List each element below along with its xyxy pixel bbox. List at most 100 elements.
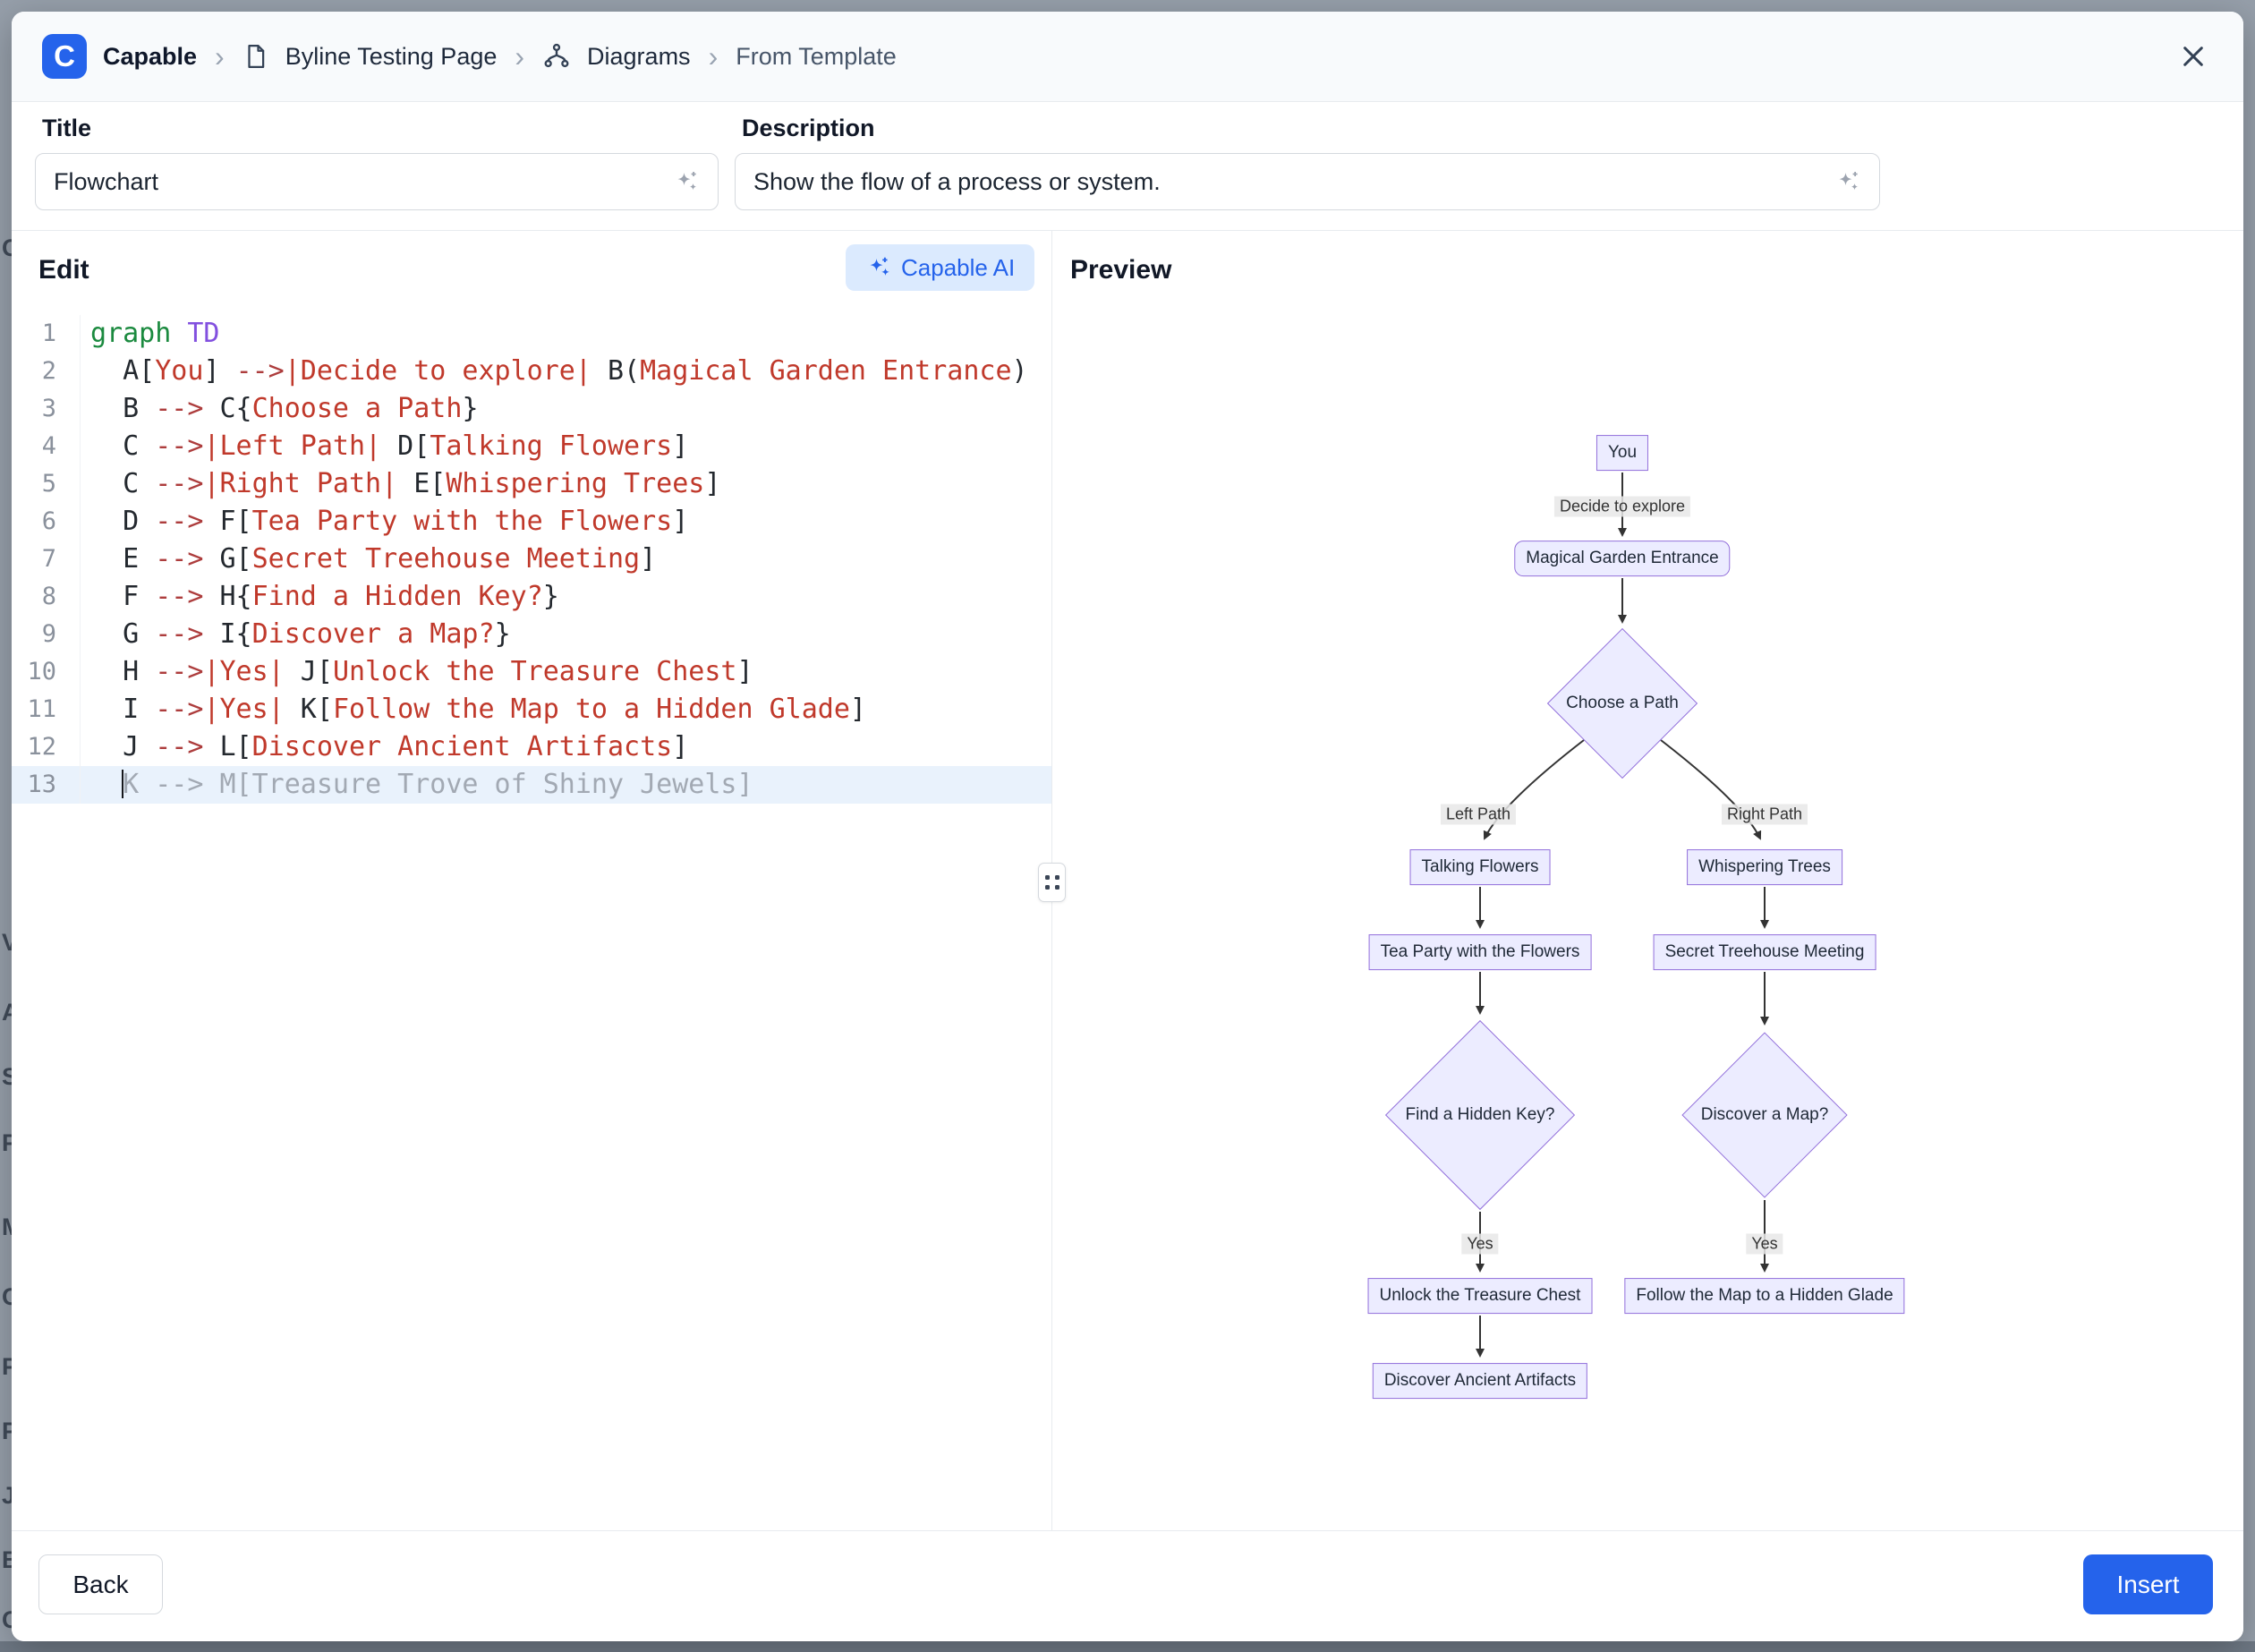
chevron-right-icon: › — [515, 42, 524, 71]
grip-dots-icon — [1045, 875, 1059, 890]
ai-sparkle-icon[interactable] — [673, 168, 700, 195]
line-number: 8 — [12, 578, 81, 616]
title-input[interactable]: Flowchart — [35, 153, 719, 210]
flowchart-edges — [1052, 231, 2243, 1531]
flow-decision-find-key — [1385, 1020, 1575, 1210]
line-number: 4 — [12, 428, 81, 465]
background-clipped-text: CViArSePrMClPrPrJlByCa — [0, 0, 12, 1652]
flow-decision-choose-path — [1547, 628, 1698, 779]
page-bottom-strip — [0, 1641, 2255, 1652]
code-line[interactable]: 9 G --> I{Discover a Map?} — [12, 616, 1051, 653]
diagram-preview: Choose a Path Find a Hidden Key? Discove… — [1052, 231, 2243, 1531]
flow-node-tea-party: Tea Party with the Flowers — [1369, 934, 1592, 970]
code-line[interactable]: 11 I -->|Yes| K[Follow the Map to a Hidd… — [12, 691, 1051, 728]
line-number: 12 — [12, 728, 81, 766]
code-text: G --> I{Discover a Map?} — [81, 616, 511, 653]
close-button[interactable] — [2174, 37, 2213, 76]
code-editor[interactable]: 1graph TD2 A[You] -->|Decide to explore|… — [12, 315, 1051, 1531]
line-number: 2 — [12, 353, 81, 390]
background-text-fragment: Ca — [2, 1606, 12, 1634]
title-value: Flowchart — [54, 168, 158, 196]
flow-decision-discover-map — [1681, 1032, 1847, 1197]
line-number: 5 — [12, 465, 81, 503]
code-text: H -->|Yes| J[Unlock the Treasure Chest] — [81, 653, 753, 691]
breadcrumb-diagrams[interactable]: Diagrams — [587, 43, 691, 71]
edit-header: Edit — [38, 255, 89, 285]
code-text: graph TD — [81, 315, 220, 353]
insert-button[interactable]: Insert — [2083, 1554, 2213, 1614]
capable-ai-label: Capable AI — [901, 254, 1015, 282]
code-text: J --> L[Discover Ancient Artifacts] — [81, 728, 688, 766]
diagram-template-modal: C Capable › Byline Testing Page › Diagra… — [12, 12, 2243, 1641]
code-text: K --> M[Treasure Trove of Shiny Jewels] — [81, 766, 753, 804]
panel-resize-handle[interactable] — [1038, 863, 1066, 902]
edge-label-decide: Decide to explore — [1554, 497, 1690, 517]
flow-node-unlock-chest: Unlock the Treasure Chest — [1368, 1278, 1593, 1314]
title-label: Title — [42, 115, 719, 142]
code-line[interactable]: 6 D --> F[Tea Party with the Flowers] — [12, 503, 1051, 541]
code-line[interactable]: 10 H -->|Yes| J[Unlock the Treasure Ches… — [12, 653, 1051, 691]
line-number: 6 — [12, 503, 81, 541]
text-cursor — [122, 770, 123, 798]
edge-label-right-path: Right Path — [1722, 805, 1808, 825]
line-number: 1 — [12, 315, 81, 353]
background-text-fragment: By — [2, 1546, 12, 1574]
code-line[interactable]: 2 A[You] -->|Decide to explore| B(Magica… — [12, 353, 1051, 390]
code-line[interactable]: 13 K --> M[Treasure Trove of Shiny Jewel… — [12, 766, 1051, 804]
line-number: 7 — [12, 541, 81, 578]
breadcrumb-from-template: From Template — [736, 43, 897, 71]
line-number: 9 — [12, 616, 81, 653]
code-line[interactable]: 1graph TD — [12, 315, 1051, 353]
code-line[interactable]: 5 C -->|Right Path| E[Whispering Trees] — [12, 465, 1051, 503]
code-text: D --> F[Tea Party with the Flowers] — [81, 503, 688, 541]
background-text-fragment: Vi — [2, 929, 12, 957]
background-text-fragment: Cl — [2, 1283, 12, 1311]
code-text: E --> G[Secret Treehouse Meeting] — [81, 541, 656, 578]
chevron-right-icon: › — [215, 42, 225, 71]
modal-footer: Back Insert — [12, 1530, 2243, 1641]
code-line[interactable]: 3 B --> C{Choose a Path} — [12, 390, 1051, 428]
line-number: 3 — [12, 390, 81, 428]
document-icon — [243, 43, 269, 70]
code-line[interactable]: 12 J --> L[Discover Ancient Artifacts] — [12, 728, 1051, 766]
code-text: A[You] -->|Decide to explore| B(Magical … — [81, 353, 1028, 390]
flow-decision-label: Find a Hidden Key? — [1406, 1105, 1555, 1125]
logo-letter: C — [54, 39, 75, 73]
flow-decision-label: Discover a Map? — [1701, 1105, 1829, 1125]
description-input[interactable]: Show the flow of a process or system. — [735, 153, 1880, 210]
breadcrumb-byline-testing-page[interactable]: Byline Testing Page — [285, 43, 498, 71]
breadcrumb-capable[interactable]: Capable — [103, 43, 197, 71]
code-text: F --> H{Find a Hidden Key?} — [81, 578, 559, 616]
code-text: C -->|Left Path| D[Talking Flowers] — [81, 428, 688, 465]
chevron-right-icon: › — [709, 42, 719, 71]
line-number: 11 — [12, 691, 81, 728]
flow-node-you: You — [1596, 435, 1648, 471]
background-text-fragment: Se — [2, 1063, 12, 1091]
flow-node-ancient-artifacts: Discover Ancient Artifacts — [1373, 1363, 1587, 1399]
flow-decision-label: Choose a Path — [1566, 694, 1679, 713]
flow-node-whispering-trees: Whispering Trees — [1687, 849, 1842, 885]
code-line[interactable]: 8 F --> H{Find a Hidden Key?} — [12, 578, 1051, 616]
code-line[interactable]: 4 C -->|Left Path| D[Talking Flowers] — [12, 428, 1051, 465]
code-line[interactable]: 7 E --> G[Secret Treehouse Meeting] — [12, 541, 1051, 578]
flow-node-secret-treehouse: Secret Treehouse Meeting — [1654, 934, 1876, 970]
ai-sparkle-icon[interactable] — [1834, 168, 1861, 195]
flow-node-talking-flowers: Talking Flowers — [1410, 849, 1551, 885]
back-button[interactable]: Back — [38, 1554, 163, 1614]
background-text-fragment: Ar — [2, 999, 12, 1026]
code-text: B --> C{Choose a Path} — [81, 390, 479, 428]
panels-top-divider — [12, 230, 2243, 231]
edge-label-left-path: Left Path — [1441, 805, 1516, 825]
description-label: Description — [742, 115, 1880, 142]
flow-node-follow-map: Follow the Map to a Hidden Glade — [1624, 1278, 1904, 1314]
sparkles-icon — [865, 254, 892, 281]
background-text-fragment: M — [2, 1213, 12, 1241]
capable-ai-button[interactable]: Capable AI — [846, 244, 1034, 291]
edge-label-yes-right: Yes — [1746, 1234, 1783, 1255]
background-text-fragment: Pr — [2, 1418, 12, 1445]
line-number: 13 — [12, 766, 81, 804]
capable-logo[interactable]: C — [42, 34, 87, 79]
background-text-fragment: C — [2, 234, 12, 262]
code-text: C -->|Right Path| E[Whispering Trees] — [81, 465, 720, 503]
edge-label-yes-left: Yes — [1461, 1234, 1498, 1255]
